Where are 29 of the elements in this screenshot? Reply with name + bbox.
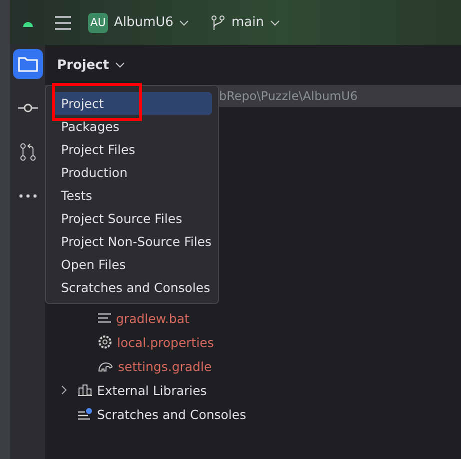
- menu-item[interactable]: Project Non-Source Files: [52, 230, 212, 253]
- menu-item[interactable]: Project: [52, 92, 212, 115]
- branch-switcher[interactable]: main: [211, 14, 280, 30]
- chevron-down-icon: [115, 62, 126, 68]
- menu-item[interactable]: Production: [52, 161, 212, 184]
- library-icon: [78, 384, 92, 396]
- project-switcher[interactable]: AU AlbumU6: [88, 12, 190, 32]
- menu-item[interactable]: Packages: [52, 115, 212, 138]
- menu-item[interactable]: Tests: [52, 184, 212, 207]
- tree-item[interactable]: External Libraries: [45, 378, 461, 402]
- chevron-down-icon: [270, 20, 280, 26]
- tree-item[interactable]: settings.gradle: [45, 354, 461, 378]
- menu-item[interactable]: Scratches and Consoles: [52, 276, 212, 299]
- menu-item[interactable]: Open Files: [52, 253, 212, 276]
- chevron-right-icon[interactable]: [61, 385, 67, 395]
- tree-item[interactable]: Scratches and Consoles: [45, 402, 461, 426]
- branch-icon: [211, 14, 226, 30]
- folder-icon[interactable]: [12, 49, 42, 79]
- chevron-down-icon: [179, 20, 190, 26]
- menu-item[interactable]: Project Files: [52, 138, 212, 161]
- menu-icon[interactable]: [54, 16, 72, 30]
- view-selector[interactable]: Project: [45, 45, 461, 85]
- scratch-icon: [78, 408, 92, 420]
- project-path: bRepo\Puzzle\AlbumU6: [219, 89, 358, 103]
- menu-item[interactable]: Project Source Files: [52, 207, 212, 230]
- text-file-icon: [98, 313, 111, 323]
- tree-item[interactable]: gradlew.bat: [45, 306, 461, 330]
- gear-icon: [98, 335, 112, 349]
- tree-item[interactable]: local.properties: [45, 330, 461, 354]
